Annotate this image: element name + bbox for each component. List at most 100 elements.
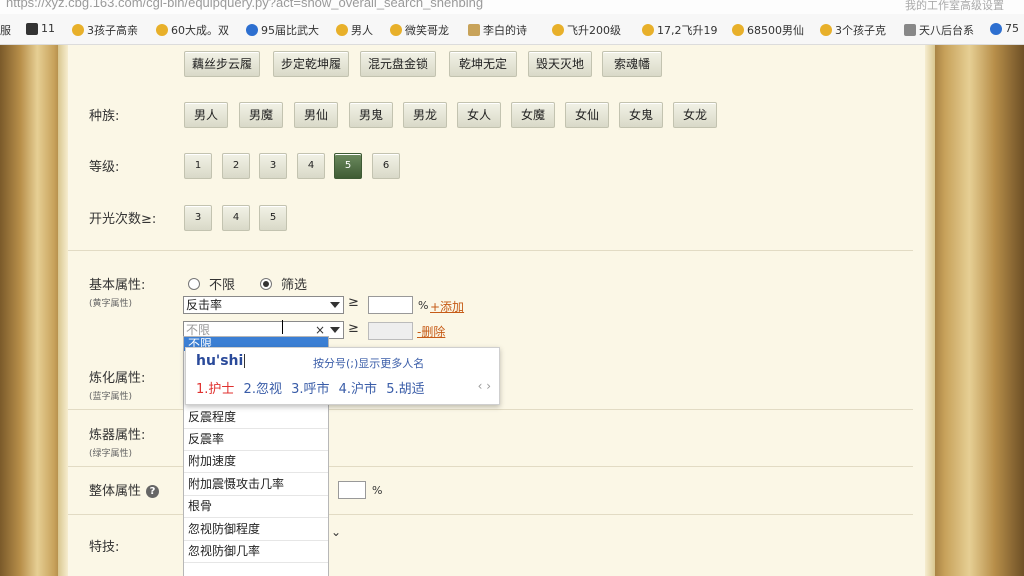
- attr-value-input-2[interactable]: [368, 322, 413, 340]
- bookmark-8[interactable]: 飞升200级: [552, 22, 621, 38]
- bookmark-0[interactable]: 服: [0, 22, 11, 38]
- skill-label: 特技:: [89, 540, 120, 555]
- race-option-button[interactable]: 女人: [457, 102, 501, 128]
- star-icon: [732, 24, 744, 36]
- delete-attr-link[interactable]: -删除: [417, 323, 445, 340]
- ime-candidate[interactable]: 5.胡适: [386, 382, 424, 397]
- kaiguang-option-button[interactable]: 3: [184, 205, 212, 231]
- equip-type-button[interactable]: 乾坤无定: [449, 51, 517, 77]
- equip-type-button[interactable]: 藕丝步云履: [184, 51, 260, 77]
- dropdown-option[interactable]: 反震程度: [184, 407, 328, 429]
- bookmark-6[interactable]: 微笑哥龙: [390, 22, 449, 38]
- attr-select-1[interactable]: 反击率: [183, 296, 344, 314]
- section-divider: [68, 250, 913, 251]
- li-icon: [468, 24, 480, 36]
- bookmark-12[interactable]: 天八后台系: [904, 22, 974, 38]
- decorative-frame-left: [0, 45, 68, 576]
- radio-filter[interactable]: 筛选: [260, 274, 307, 293]
- race-option-button[interactable]: 男鬼: [349, 102, 393, 128]
- ge-symbol: ≥: [348, 321, 359, 336]
- bookmark-3[interactable]: 60大成。双: [156, 22, 229, 38]
- equip-type-button[interactable]: 索魂幡: [602, 51, 662, 77]
- bookmark-4[interactable]: 95届比武大: [246, 22, 319, 38]
- dropdown-arrow-icon: [330, 327, 340, 333]
- browser-right-text: 我的工作室高级设置: [905, 0, 1004, 12]
- ime-candidate[interactable]: 4.沪市: [339, 382, 377, 397]
- dropdown-option[interactable]: 根骨: [184, 496, 328, 518]
- dropdown-option[interactable]: 附加速度: [184, 451, 328, 473]
- add-attr-link[interactable]: +添加: [430, 298, 464, 315]
- bookmark-9[interactable]: 17,2飞升19: [642, 22, 718, 38]
- ime-candidate[interactable]: 3.呼市: [291, 382, 329, 397]
- dropdown-option[interactable]: 反震率: [184, 429, 328, 451]
- race-option-button[interactable]: 男龙: [403, 102, 447, 128]
- level-option-button[interactable]: 2: [222, 153, 250, 179]
- percent-unit: %: [372, 484, 383, 497]
- bookmark-1[interactable]: 11: [26, 22, 55, 35]
- ime-hint: 按分号(;)显示更多人名: [313, 357, 425, 370]
- search-form: 藕丝步云履 步定乾坤履 混元盘金锁 乾坤无定 毁天灭地 索魂幡 种族: 男人 男…: [68, 45, 925, 576]
- ime-candidates: 1.护士 2.忽视 3.呼市 4.沪市 5.胡适: [196, 378, 430, 397]
- race-option-button[interactable]: 女龙: [673, 102, 717, 128]
- equip-type-button[interactable]: 毁天灭地: [528, 51, 592, 77]
- attr-value-input-1[interactable]: [368, 296, 413, 314]
- dropdown-option[interactable]: 忽视防御程度: [184, 519, 328, 541]
- dark-icon: [26, 22, 38, 35]
- equip-type-button[interactable]: 步定乾坤履: [273, 51, 349, 77]
- ge-symbol: ≥: [348, 295, 359, 310]
- text-cursor-icon: [282, 320, 285, 334]
- address-bar[interactable]: https://xyz.cbg.163.com/cgi-bin/equipque…: [0, 0, 1024, 14]
- level-option-button[interactable]: 4: [297, 153, 325, 179]
- ime-pager-icon[interactable]: ‹ ›: [478, 379, 491, 393]
- race-option-button[interactable]: 女鬼: [619, 102, 663, 128]
- forge-attr-label: 炼器属性: (绿字属性): [89, 428, 146, 459]
- dropdown-option[interactable]: 附加震慑攻击几率: [184, 474, 328, 496]
- ime-pinyin: hu'shi: [196, 353, 246, 369]
- level-option-button[interactable]: 3: [259, 153, 287, 179]
- refine-attr-label: 炼化属性: (蓝字属性): [89, 371, 146, 402]
- equip-type-button[interactable]: 混元盘金锁: [360, 51, 436, 77]
- race-option-button[interactable]: 男人: [184, 102, 228, 128]
- doc-icon: [904, 24, 916, 36]
- overall-attr-input[interactable]: [338, 481, 366, 499]
- bookmark-10[interactable]: 68500男仙: [732, 22, 804, 38]
- help-icon[interactable]: ?: [146, 485, 160, 498]
- radio-circle[interactable]: [188, 277, 200, 290]
- bookmark-7[interactable]: 李白的诗: [468, 22, 527, 38]
- bookmark-5[interactable]: 男人: [336, 22, 373, 38]
- bookmarks-bar: 服 11 3孩子高亲 60大成。双 95届比武大 男人 微笑哥龙 李白的诗 飞升…: [0, 14, 1024, 45]
- ime-candidate-window[interactable]: hu'shi 按分号(;)显示更多人名 1.护士 2.忽视 3.呼市 4.沪市 …: [185, 347, 500, 405]
- dropdown-option[interactable]: 忽视防御几率: [184, 541, 328, 563]
- level-option-button-selected[interactable]: 5: [334, 153, 362, 179]
- bookmark-2[interactable]: 3孩子高亲: [72, 22, 138, 38]
- star-icon: [552, 24, 564, 36]
- star-icon: [642, 24, 654, 36]
- cbg-icon: [990, 22, 1002, 35]
- chevron-down-icon[interactable]: ⌄: [327, 525, 345, 576]
- star-icon: [820, 24, 832, 36]
- dropdown-arrow-icon: [330, 302, 340, 308]
- percent-unit: %: [418, 299, 429, 312]
- kaiguang-label: 开光次数≥:: [89, 212, 157, 227]
- race-option-button[interactable]: 女魔: [511, 102, 555, 128]
- radio-unlimited[interactable]: 不限: [188, 274, 235, 293]
- race-option-button[interactable]: 男魔: [239, 102, 283, 128]
- bookmark-11[interactable]: 3个孩子克: [820, 22, 886, 38]
- ime-candidate[interactable]: 2.忽视: [244, 382, 282, 397]
- star-icon: [390, 24, 402, 36]
- kaiguang-option-button[interactable]: 5: [259, 205, 287, 231]
- race-option-button[interactable]: 女仙: [565, 102, 609, 128]
- race-option-button[interactable]: 男仙: [294, 102, 338, 128]
- basic-attr-label: 基本属性: (黄字属性): [89, 278, 146, 309]
- bookmark-13[interactable]: 75: [990, 22, 1019, 35]
- kaiguang-option-button[interactable]: 4: [222, 205, 250, 231]
- decorative-frame-right: [925, 45, 1024, 576]
- cbg-icon: [246, 24, 258, 36]
- ime-candidate[interactable]: 1.护士: [196, 382, 234, 397]
- star-icon: [336, 24, 348, 36]
- url-text[interactable]: https://xyz.cbg.163.com/cgi-bin/equipque…: [6, 0, 483, 10]
- level-option-button[interactable]: 6: [372, 153, 400, 179]
- radio-circle-selected[interactable]: [260, 277, 272, 290]
- level-option-button[interactable]: 1: [184, 153, 212, 179]
- star-icon: [156, 24, 168, 36]
